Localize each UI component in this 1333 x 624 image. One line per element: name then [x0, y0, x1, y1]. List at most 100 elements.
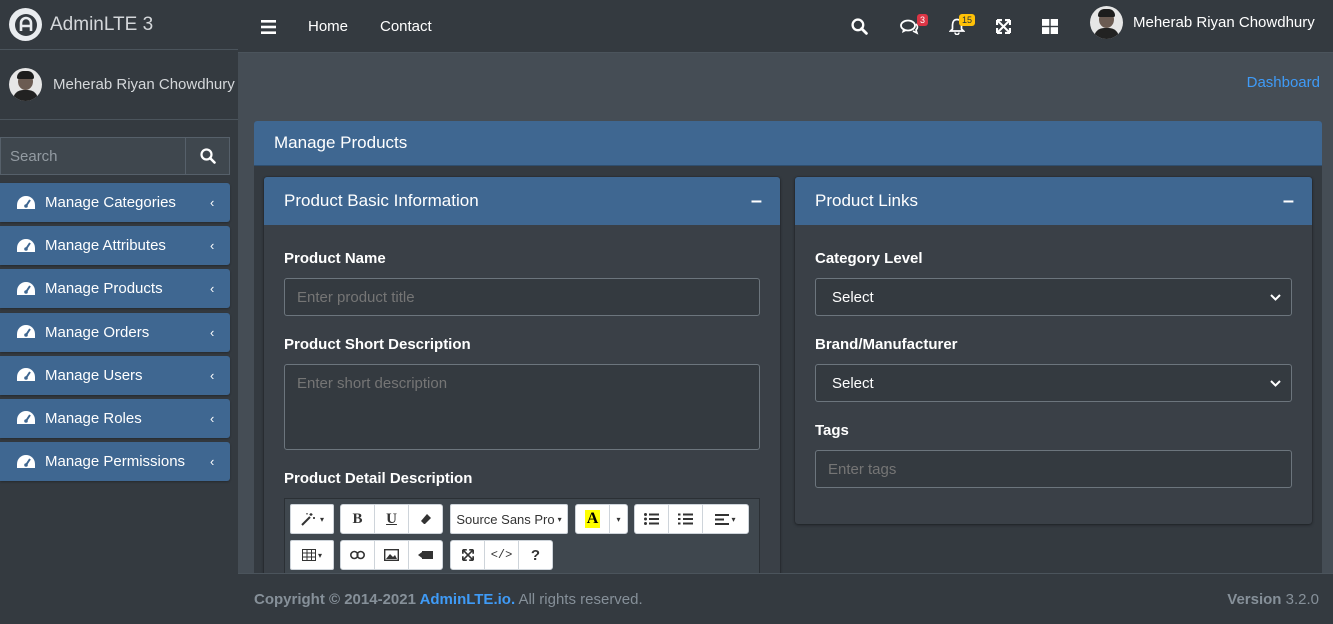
fullscreen-button[interactable]	[996, 0, 1011, 53]
sidebar-item-users[interactable]: Manage Users ‹	[0, 355, 230, 395]
chevron-left-icon: ‹	[210, 324, 215, 340]
tachometer-icon	[17, 454, 35, 468]
sidebar-item-attributes[interactable]: Manage Attributes ‹	[0, 226, 230, 266]
text-color-button[interactable]: A	[575, 504, 610, 534]
main-footer: Copyright © 2014-2021 AdminLTE.io. All r…	[238, 573, 1333, 624]
chevron-left-icon: ‹	[210, 281, 215, 297]
brand-text: AdminLTE 3	[50, 13, 154, 35]
navbar-user-name[interactable]: Meherab Riyan Chowdhury	[1133, 14, 1315, 31]
category-level-select[interactable]: Select	[815, 278, 1292, 316]
user-menu[interactable]: Meherab Riyan Chowdhury	[1090, 6, 1315, 39]
version-info: Version 3.2.0	[1227, 591, 1319, 608]
tags-label: Tags	[815, 422, 849, 439]
sidebar-user-name[interactable]: Meherab Riyan Chowdhury	[53, 76, 235, 93]
sidebar-item-label: Manage Roles	[45, 409, 142, 427]
sidebar-item-roles[interactable]: Manage Roles ‹	[0, 398, 230, 438]
nav-link-contact[interactable]: Contact	[380, 0, 432, 53]
adminlte-link[interactable]: AdminLTE.io.	[420, 591, 516, 608]
sidebar-item-orders[interactable]: Manage Orders ‹	[0, 312, 230, 352]
brand-manufacturer-value: Select	[832, 374, 874, 392]
insert-picture-button[interactable]	[374, 540, 409, 570]
underline-button[interactable]: U	[374, 504, 409, 534]
version-number: 3.2.0	[1281, 590, 1319, 608]
chevron-left-icon: ‹	[210, 238, 215, 254]
sidebar-search-button[interactable]	[185, 137, 230, 175]
copyright: Copyright © 2014-2021 AdminLTE.io. All r…	[254, 591, 643, 608]
minus-icon[interactable]: –	[751, 191, 762, 211]
tachometer-icon	[17, 325, 35, 339]
copyright-text: Copyright © 2014-2021	[254, 590, 420, 608]
magic-style-button[interactable]: ▾	[290, 504, 334, 534]
tachometer-icon	[17, 368, 35, 382]
code-view-button[interactable]: </>	[484, 540, 519, 570]
rights-text: All rights reserved.	[515, 590, 643, 608]
th-large-icon	[1042, 19, 1058, 34]
help-button[interactable]: ?	[518, 540, 553, 570]
paragraph-align-dropdown[interactable]: ▾	[702, 504, 749, 534]
sidebar-item-categories[interactable]: Manage Categories ‹	[0, 183, 230, 222]
adminlte-logo-icon	[9, 8, 42, 41]
sidebar-search-input[interactable]	[0, 137, 185, 175]
chevron-left-icon: ‹	[210, 410, 215, 426]
sidebar-item-label: Manage Categories	[45, 194, 176, 211]
tags-input[interactable]	[815, 450, 1292, 488]
unordered-list-button[interactable]	[634, 504, 669, 534]
insert-link-button[interactable]	[340, 540, 375, 570]
brand-manufacturer-select[interactable]: Select	[815, 364, 1292, 402]
magic-wand-icon	[301, 513, 315, 526]
card-title: Product Basic Information	[284, 191, 479, 210]
editor-fullscreen-button[interactable]	[450, 540, 485, 570]
ordered-list-button[interactable]	[668, 504, 703, 534]
color-dropdown-toggle[interactable]: ▾	[609, 504, 628, 534]
expand-arrows-icon	[461, 549, 474, 561]
bars-icon	[261, 19, 276, 34]
sidebar-item-label: Manage Users	[45, 366, 143, 384]
tachometer-icon	[17, 281, 35, 295]
list-ul-icon	[644, 513, 659, 525]
tachometer-icon	[17, 195, 35, 209]
align-left-icon	[715, 513, 730, 525]
sidebar-item-permissions[interactable]: Manage Permissions ‹	[0, 442, 230, 482]
chevron-down-icon	[1270, 293, 1281, 301]
search-icon	[851, 18, 868, 35]
notifications-dropdown[interactable]: 15	[949, 0, 976, 53]
brand-manufacturer-label: Brand/Manufacturer	[815, 336, 958, 353]
tachometer-icon	[17, 238, 35, 252]
navbar-search-button[interactable]	[851, 0, 868, 53]
card-title: Product Links	[815, 191, 918, 210]
clear-format-button[interactable]	[408, 504, 443, 534]
chevron-left-icon: ‹	[210, 454, 215, 470]
top-navbar: Home Contact 3 15 Meherab Riyan Chowdhur…	[238, 0, 1333, 53]
category-level-value: Select	[832, 288, 874, 306]
product-name-input[interactable]	[284, 278, 760, 316]
sidebar-item-label: Manage Attributes	[45, 237, 166, 255]
messages-dropdown[interactable]: 3	[900, 0, 929, 53]
hamburger-menu-button[interactable]	[261, 0, 276, 53]
messages-count-badge: 3	[917, 14, 929, 26]
sidebar-user-panel[interactable]: Meherab Riyan Chowdhury	[0, 50, 238, 120]
minus-icon[interactable]: –	[1283, 191, 1294, 211]
chevron-left-icon: ‹	[210, 367, 215, 383]
card-header: Product Links –	[795, 177, 1312, 225]
font-name-dropdown[interactable]: Source Sans Pro ▾	[450, 504, 568, 534]
table-dropdown[interactable]: ▾	[290, 540, 334, 570]
brand-link[interactable]: AdminLTE 3	[0, 0, 238, 50]
sidebar-item-products[interactable]: Manage Products ‹	[0, 269, 230, 309]
breadcrumb-dashboard[interactable]: Dashboard	[1247, 74, 1320, 91]
category-level-label: Category Level	[815, 250, 923, 267]
short-description-label: Product Short Description	[284, 336, 471, 353]
short-description-textarea[interactable]	[284, 364, 760, 450]
search-icon	[199, 148, 216, 164]
bold-button[interactable]: B	[340, 504, 375, 534]
table-icon	[301, 549, 316, 561]
nav-link-home[interactable]: Home	[308, 0, 348, 53]
list-ol-icon	[678, 513, 693, 525]
font-color-icon: A	[584, 510, 601, 528]
chevron-down-icon	[1270, 379, 1281, 387]
insert-video-button[interactable]	[408, 540, 443, 570]
sidebar-item-label: Manage Orders	[45, 323, 150, 341]
video-icon	[418, 551, 433, 559]
rich-text-editor-toolbar: ▾ B U Source Sans Pro ▾ A ▾ ▾ ▾ </> ?	[284, 498, 760, 574]
control-sidebar-button[interactable]	[1042, 0, 1058, 53]
image-icon	[384, 549, 399, 561]
